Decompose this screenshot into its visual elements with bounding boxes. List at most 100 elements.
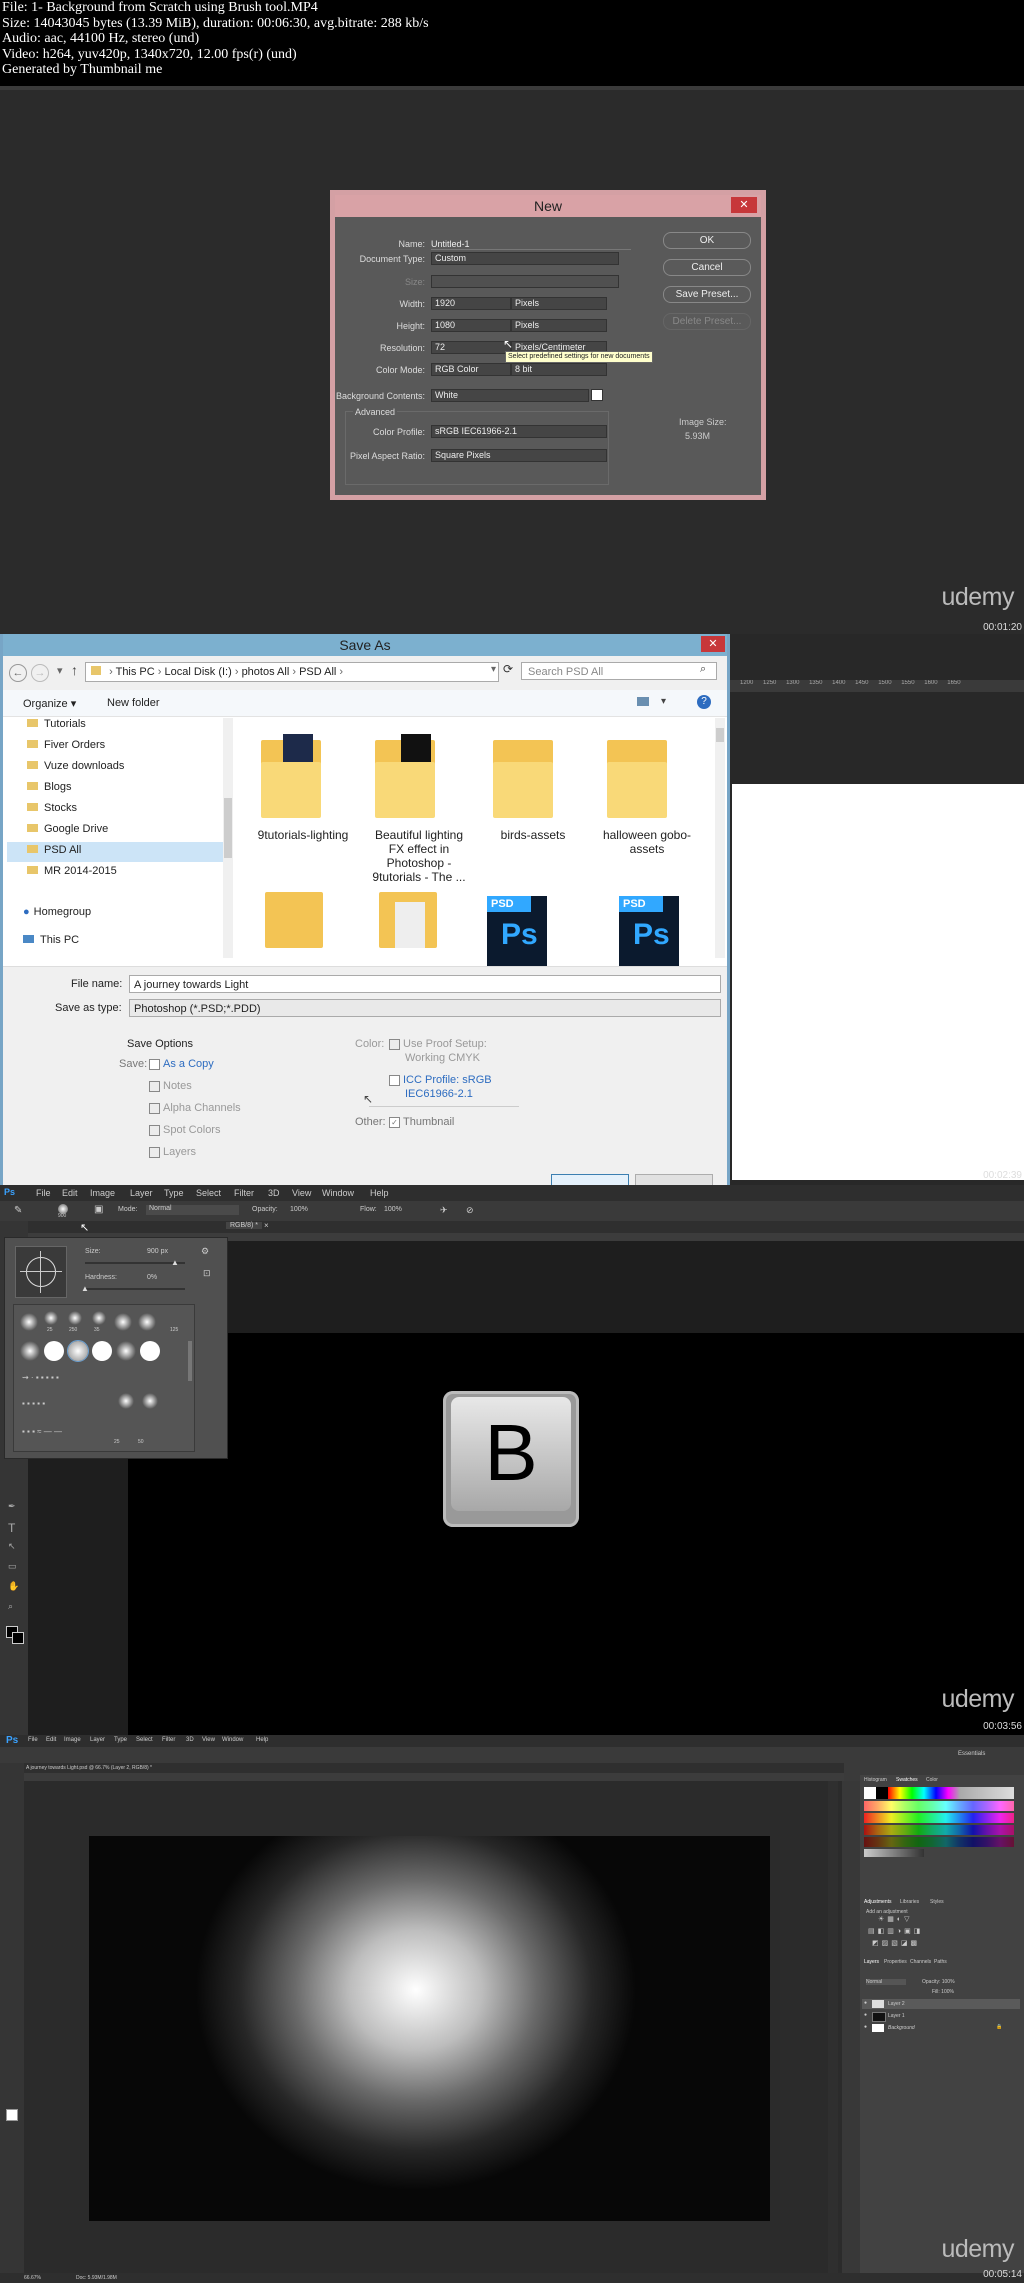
workspace-select[interactable]: Essentials: [958, 1751, 985, 1757]
search-input[interactable]: Search PSD All: [521, 662, 717, 680]
tab-swatches[interactable]: Swatches: [896, 1777, 918, 1783]
folder-icon[interactable]: [493, 734, 553, 818]
file-name[interactable]: birds-assets: [483, 828, 583, 842]
fill-field[interactable]: Fill: 100%: [932, 1989, 954, 1995]
hardness-value[interactable]: 0%: [147, 1274, 157, 1281]
homegroup-item[interactable]: ● Homegroup: [23, 906, 91, 918]
foreground-color-swatch[interactable]: [6, 2109, 18, 2121]
menu-filter[interactable]: Filter: [234, 1188, 254, 1198]
background-color-swatch[interactable]: [12, 1632, 24, 1644]
menu-image[interactable]: Image: [90, 1188, 115, 1198]
forward-arrow-icon[interactable]: →: [31, 664, 49, 682]
view-icon[interactable]: [637, 697, 649, 706]
eye-icon[interactable]: ●: [864, 2024, 867, 2030]
document-tab[interactable]: A journey towards Light.psd @ 66.7% (Lay…: [26, 1765, 152, 1771]
layer-row[interactable]: ● Background 🔒: [862, 2023, 1020, 2033]
brush-preset[interactable]: [92, 1341, 112, 1361]
help-icon[interactable]: ?: [697, 695, 711, 709]
menu-file[interactable]: File: [28, 1737, 38, 1743]
size-select[interactable]: [431, 275, 619, 288]
mode-select[interactable]: Normal: [146, 1205, 239, 1215]
layer-row-selected[interactable]: ● Layer 2: [862, 1999, 1020, 2009]
name-field[interactable]: Untitled-1: [431, 239, 631, 250]
delete-preset-button[interactable]: Delete Preset...: [663, 313, 751, 330]
hardness-slider[interactable]: [85, 1288, 185, 1290]
presets-scrollbar[interactable]: [188, 1341, 192, 1381]
airbrush-icon[interactable]: ✈: [440, 1205, 448, 1216]
brush-preset[interactable]: [44, 1311, 58, 1325]
brush-preset[interactable]: [140, 1341, 160, 1361]
gear-icon[interactable]: ⚙: [201, 1246, 209, 1257]
width-input[interactable]: 1920: [431, 297, 511, 310]
menu-select[interactable]: Select: [196, 1188, 221, 1198]
save-button[interactable]: [551, 1174, 629, 1185]
menu-3d[interactable]: 3D: [186, 1737, 194, 1743]
folder-icon[interactable]: [607, 734, 667, 818]
brush-preset[interactable]: [20, 1313, 38, 1331]
refresh-icon[interactable]: ⟳: [503, 662, 513, 676]
menu-type[interactable]: Type: [114, 1737, 127, 1743]
notes-checkbox[interactable]: Notes: [149, 1080, 192, 1092]
brush-preset[interactable]: [114, 1313, 132, 1331]
menu-view[interactable]: View: [202, 1737, 215, 1743]
icc-profile-checkbox[interactable]: ICC Profile: sRGB: [389, 1074, 492, 1086]
nav-item[interactable]: Fiver Orders: [27, 739, 105, 751]
background-swatch[interactable]: [591, 389, 603, 401]
menu-help[interactable]: Help: [370, 1188, 389, 1198]
nav-item[interactable]: Blogs: [27, 781, 72, 793]
tab-adjustments[interactable]: Adjustments: [864, 1899, 892, 1905]
address-dropdown-icon[interactable]: ▾: [491, 664, 496, 675]
tab-channels[interactable]: Channels: [910, 1959, 931, 1965]
selection-tool-icon[interactable]: ↖: [8, 1541, 16, 1552]
eye-icon[interactable]: ●: [864, 2000, 867, 2006]
nav-item[interactable]: Vuze downloads: [27, 760, 124, 772]
type-tool-icon[interactable]: T: [8, 1521, 15, 1535]
adjustment-icons[interactable]: ☀▦◐▽: [878, 1915, 913, 1923]
size-value[interactable]: 900 px: [147, 1248, 168, 1255]
hardness-slider-handle[interactable]: ▲: [81, 1284, 89, 1293]
breadcrumb-item[interactable]: Local Disk (I:): [165, 666, 232, 678]
nav-item[interactable]: Stocks: [27, 802, 77, 814]
adjustment-icons[interactable]: ◩▨▧◪▩: [872, 1939, 920, 1947]
this-pc-item[interactable]: This PC: [23, 934, 79, 946]
alpha-channels-checkbox[interactable]: Alpha Channels: [149, 1102, 241, 1114]
tab-close-icon[interactable]: ×: [264, 1221, 269, 1230]
resolution-input[interactable]: 72: [431, 341, 511, 354]
nav-item[interactable]: PSD All: [27, 844, 81, 856]
brush-angle-preview[interactable]: [15, 1246, 67, 1298]
files-scrollbar-thumb[interactable]: [716, 728, 724, 742]
save-type-select[interactable]: Photoshop (*.PSD;*.PDD): [129, 999, 721, 1017]
file-name[interactable]: 9tutorials-lighting: [253, 828, 353, 842]
file-name[interactable]: halloween gobo-assets: [597, 828, 697, 856]
color-mode-select[interactable]: RGB Color: [431, 363, 511, 376]
tab-properties[interactable]: Properties: [884, 1959, 907, 1965]
height-unit-select[interactable]: Pixels: [511, 319, 607, 332]
menu-image[interactable]: Image: [64, 1737, 81, 1743]
doc-type-select[interactable]: Custom: [431, 252, 619, 265]
brush-preset-selected[interactable]: [67, 1340, 89, 1362]
tab-layers[interactable]: Layers: [864, 1959, 879, 1965]
hand-tool-icon[interactable]: ✋: [8, 1581, 19, 1592]
brush-preset[interactable]: [68, 1311, 82, 1325]
menu-layer[interactable]: Layer: [130, 1188, 153, 1198]
adjustment-icons[interactable]: ▤◧▥◑▣◨: [868, 1927, 923, 1935]
height-input[interactable]: 1080: [431, 319, 511, 332]
width-unit-select[interactable]: Pixels: [511, 297, 607, 310]
nav-item[interactable]: Tutorials: [27, 718, 86, 730]
menu-type[interactable]: Type: [164, 1188, 184, 1198]
tab-styles[interactable]: Styles: [930, 1899, 944, 1905]
canvas-scrollbar[interactable]: [828, 1781, 838, 2273]
proof-setup-checkbox[interactable]: Use Proof Setup:: [389, 1038, 487, 1050]
shape-tool-icon[interactable]: ▭: [8, 1561, 17, 1572]
files-scrollbar[interactable]: [715, 718, 725, 958]
pressure-icon[interactable]: ⊘: [466, 1205, 474, 1216]
brush-preset[interactable]: [138, 1313, 156, 1331]
back-arrow-icon[interactable]: ←: [9, 664, 27, 682]
as-copy-checkbox[interactable]: As a Copy: [149, 1058, 214, 1070]
flow-value[interactable]: 100%: [384, 1206, 402, 1213]
nav-item[interactable]: Google Drive: [27, 823, 108, 835]
brush-preset[interactable]: ⇝ · ▪ ▪ ▪ ▪ ▪: [22, 1373, 59, 1382]
menu-file[interactable]: File: [36, 1188, 51, 1198]
menu-edit[interactable]: Edit: [46, 1737, 56, 1743]
color-profile-select[interactable]: sRGB IEC61966-2.1: [431, 425, 607, 438]
